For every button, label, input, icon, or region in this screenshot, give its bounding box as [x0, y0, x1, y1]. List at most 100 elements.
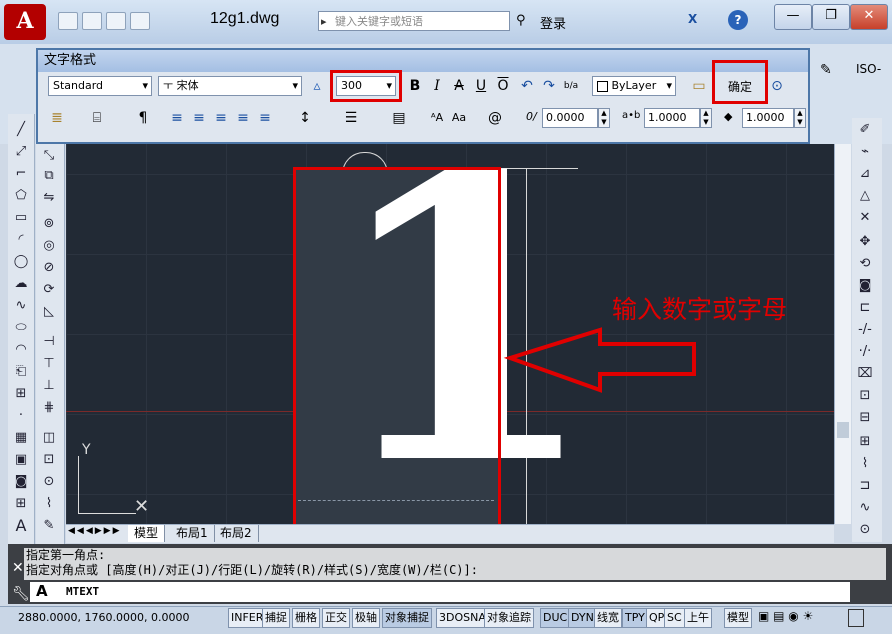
rectangle-icon[interactable]: ▭ — [12, 210, 30, 226]
options-chevron-icon[interactable]: ⊙ — [768, 76, 786, 96]
make-block-icon[interactable]: ⊞ — [12, 386, 30, 402]
scroll-thumb[interactable] — [837, 422, 849, 438]
stretch-icon[interactable]: ⊣ — [40, 334, 58, 350]
osnap-settings-icon[interactable]: ⊞ — [856, 434, 874, 450]
hatch-icon[interactable]: ▦ — [12, 430, 30, 446]
overline-button[interactable]: O — [494, 76, 512, 96]
extend-icon[interactable]: ⊥ — [40, 378, 58, 394]
revcloud-icon[interactable]: ☁ — [12, 276, 30, 292]
brush-icon[interactable]: ✐ — [856, 122, 874, 138]
insertion-icon[interactable]: ⌧ — [856, 366, 874, 382]
width-factor-input[interactable]: 1.0000 — [742, 108, 794, 128]
explode-icon[interactable]: ✎ — [40, 518, 58, 534]
underline-button[interactable]: U — [472, 76, 490, 96]
tracking-spinner[interactable]: ▲ ▼ — [700, 108, 712, 128]
help-icon[interactable]: ? — [728, 10, 748, 30]
ellipse-icon[interactable]: ⬭ — [12, 320, 30, 336]
align-right-icon[interactable]: ≡ — [212, 108, 230, 128]
lowercase-icon[interactable]: Aa — [450, 108, 468, 128]
oblique-angle-input[interactable]: 0.0000 — [542, 108, 598, 128]
save-icon[interactable] — [106, 12, 126, 30]
intersection-icon[interactable]: ✕ — [856, 210, 874, 226]
status-toggle-2[interactable]: 栅格 — [292, 608, 320, 628]
ellipse-arc-icon[interactable]: ◠ — [12, 342, 30, 358]
wrench-icon[interactable]: 🔧︎ — [12, 586, 30, 602]
point-icon[interactable]: · — [12, 408, 30, 424]
arc-icon[interactable]: ◜ — [12, 232, 30, 248]
scale-icon[interactable]: ◺ — [40, 304, 58, 320]
style-select[interactable]: Standard — [48, 76, 152, 96]
polyline-icon[interactable]: ⌐ — [12, 166, 30, 182]
strikethrough-button[interactable]: A — [450, 76, 468, 96]
drawing-canvas[interactable]: 1 Y ✕ — [66, 144, 834, 524]
text-height-select[interactable]: 300 — [336, 76, 396, 96]
orbit-icon[interactable]: ⊙ — [856, 522, 874, 538]
status-toggle-4[interactable]: 极轴 — [352, 608, 380, 628]
status-toggle-0[interactable]: INFER — [228, 608, 267, 628]
construction-line-icon[interactable]: ⤢ — [12, 144, 30, 160]
status-toggle-14[interactable]: 上午 — [684, 608, 712, 628]
undo-button[interactable]: ↶ — [518, 76, 536, 96]
region-icon[interactable]: ◙ — [12, 474, 30, 490]
status-toggle-9[interactable]: DYN — [568, 608, 597, 628]
italic-button[interactable]: I — [428, 76, 446, 96]
parallel-icon[interactable]: -/- — [856, 322, 874, 338]
tracking-input[interactable]: 1.0000 — [644, 108, 700, 128]
trim-icon[interactable]: ⊤ — [40, 356, 58, 372]
color-select[interactable]: ByLayer — [592, 76, 676, 96]
numbering-icon[interactable]: ☰ — [342, 108, 360, 128]
tab-nav-arrows-icon[interactable]: ◀◀◀▶▶▶ — [68, 526, 122, 536]
move-icon[interactable]: ⊘ — [40, 260, 58, 276]
copy-icon[interactable]: ⧉ — [40, 168, 58, 184]
endpoint-icon[interactable]: ⊿ — [856, 166, 874, 182]
search-input[interactable]: 键入关键字或短语 — [318, 11, 510, 32]
fillet-icon[interactable]: ⊙ — [40, 474, 58, 490]
align-left-icon[interactable]: ≡ — [168, 108, 186, 128]
status-toggle-5[interactable]: 对象捕捉 — [382, 608, 432, 628]
status-toggle-7[interactable]: 对象追踪 — [484, 608, 534, 628]
nearest-icon[interactable]: ⊡ — [856, 388, 874, 404]
join-icon[interactable]: ◫ — [40, 430, 58, 446]
node-icon[interactable]: ·/· — [856, 344, 874, 360]
polygon-icon[interactable]: ⬠ — [12, 188, 30, 204]
tab-model[interactable]: 模型 — [128, 525, 166, 542]
status-toggle-10[interactable]: 线宽 — [594, 608, 622, 628]
justify-icon[interactable]: ≡ — [234, 108, 252, 128]
table-icon[interactable]: ⊞ — [12, 496, 30, 512]
none-snap-icon[interactable]: ⊟ — [856, 410, 874, 426]
restore-button[interactable]: ❐ — [812, 4, 850, 30]
binoculars-icon[interactable]: ⚲ — [516, 13, 526, 28]
font-select[interactable]: ㅜ 宋体 — [158, 76, 302, 96]
line-spacing-icon[interactable]: ↕ — [296, 108, 314, 128]
tangent-icon[interactable]: ◙ — [856, 278, 874, 294]
status-toggle-13[interactable]: SC — [664, 608, 685, 628]
ok-button[interactable]: 确定 — [718, 76, 762, 98]
extension-icon[interactable]: ⌇ — [856, 456, 874, 472]
status-tray-icons[interactable]: ▣ ▤ ◉ ☀ — [758, 609, 818, 627]
new-file-icon[interactable] — [58, 12, 78, 30]
coordinates-readout[interactable]: 2880.0000, 1760.0000, 0.0000 — [18, 611, 189, 624]
snap-tracking-icon[interactable]: ∿ — [856, 500, 874, 516]
minimize-button[interactable]: — — [774, 4, 812, 30]
insert-block-icon[interactable]: ⎗ — [12, 364, 30, 380]
login-button[interactable]: 登录 — [540, 13, 566, 32]
distribute-icon[interactable]: ≡ — [256, 108, 274, 128]
rotate-icon[interactable]: ⟳ — [40, 282, 58, 298]
paragraph-icon[interactable]: ¶ — [134, 108, 152, 128]
oblique-spinner[interactable]: ▲ ▼ — [598, 108, 610, 128]
mtext-justify-icon[interactable]: ⌸ — [88, 108, 106, 128]
columns-icon[interactable]: ≣ — [48, 108, 66, 128]
symbol-icon[interactable]: @ — [486, 108, 504, 128]
break-icon[interactable]: ⋕ — [40, 400, 58, 416]
line-icon[interactable]: ╱ — [12, 122, 30, 138]
quadrant-icon[interactable]: ⟲ — [856, 256, 874, 272]
offset-icon[interactable]: ⊚ — [40, 216, 58, 232]
insert-field-icon[interactable]: ▤ — [390, 108, 408, 128]
erase-icon[interactable]: ⤡ — [40, 148, 58, 164]
status-toggle-11[interactable]: TPY — [622, 608, 648, 628]
ruler-icon[interactable]: ▭ — [690, 76, 708, 96]
uppercase-icon[interactable]: ᴬA — [428, 108, 446, 128]
center-icon[interactable]: ✥ — [856, 234, 874, 250]
open-file-icon[interactable] — [82, 12, 102, 30]
dim-style-icon[interactable]: ✎ — [820, 62, 832, 78]
